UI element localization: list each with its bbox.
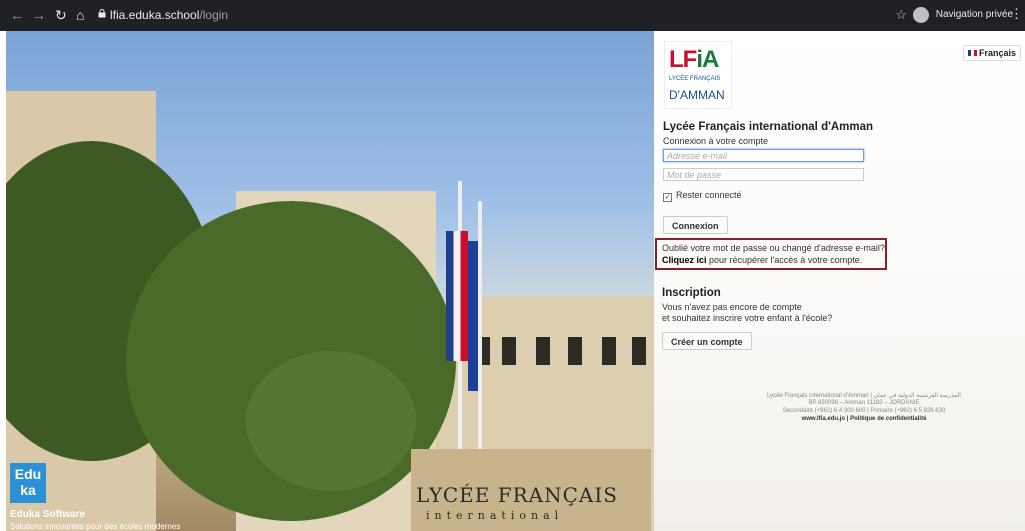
logo-subtext: LYCÉE FRANÇAIS xyxy=(669,76,721,82)
school-logo: LFiA LYCÉE FRANÇAIS D'AMMAN xyxy=(664,41,732,109)
logo-city: D'AMMAN xyxy=(669,88,725,102)
private-browsing-label: Navigation privée xyxy=(935,9,1013,20)
privacy-policy-link[interactable]: Politique de confidentialité xyxy=(850,416,926,422)
checkbox-checked-icon: ✓ xyxy=(663,193,672,202)
password-input[interactable] xyxy=(663,168,864,181)
eduka-brand-name: Eduka Software xyxy=(10,509,86,520)
building-window xyxy=(536,337,550,365)
home-icon[interactable]: ⌂ xyxy=(76,7,84,23)
reload-icon[interactable]: ↻ xyxy=(55,7,67,24)
building-window xyxy=(602,337,616,365)
lock-icon xyxy=(98,9,106,18)
login-subtitle: Connexion à votre compte xyxy=(663,136,769,146)
wall-sign-subtext: international xyxy=(426,509,564,522)
signup-heading: Inscription xyxy=(662,287,721,299)
browser-toolbar: ← → ↻ ⌂ lfia.eduka.school/login ☆ Naviga… xyxy=(0,0,1025,31)
bookmark-star-icon[interactable]: ☆ xyxy=(895,7,907,23)
logo-mark: LFiA xyxy=(669,46,719,73)
footer-links: www.lfia.edu.jo | Politique de confident… xyxy=(801,416,927,422)
url-host: lfia.eduka.school xyxy=(110,8,200,22)
website-link[interactable]: www.lfia.edu.jo xyxy=(802,416,845,422)
footer-school-name: Lycée Français international d'Amman | ا… xyxy=(767,393,961,399)
language-selector[interactable]: Français xyxy=(962,45,1021,61)
school-title: Lycée Français international d'Amman xyxy=(663,121,874,133)
back-arrow-icon[interactable]: ← xyxy=(10,7,24,23)
french-flag-icon xyxy=(967,50,977,56)
footer-phones: Secondaire (+962) 6 4 300 600 | Primaire… xyxy=(782,408,946,414)
footer-address: BP 830099 – Amman 11183 – JORDANIE xyxy=(808,400,920,406)
eu-flag xyxy=(468,241,478,391)
flag-pole xyxy=(478,201,482,491)
building-window xyxy=(502,337,516,365)
login-button[interactable]: Connexion xyxy=(663,216,728,234)
forward-arrow-icon[interactable]: → xyxy=(32,7,46,23)
login-panel: Français LFiA LYCÉE FRANÇAIS D'AMMAN Lyc… xyxy=(654,31,1025,531)
tree xyxy=(246,351,416,491)
signup-text-line2: et souhaitez inscrire votre enfant à l'é… xyxy=(662,313,833,323)
forgot-password-recovery: Cliquez ici pour récupérer l'accès à vot… xyxy=(662,255,863,265)
hero-photo: LYCÉE FRANÇAIS international Edu ka Eduk… xyxy=(6,31,654,531)
eduka-logo: Edu ka xyxy=(10,463,46,503)
browser-menu-icon[interactable]: ⋮ xyxy=(1010,6,1023,22)
eduka-tagline: Solutions innovantes pour des écoles mod… xyxy=(10,522,181,531)
address-bar[interactable]: lfia.eduka.school/login xyxy=(110,8,228,22)
create-account-button[interactable]: Créer un compte xyxy=(662,332,752,350)
french-flag xyxy=(446,231,468,361)
building-window xyxy=(568,337,582,365)
recovery-link[interactable]: Cliquez ici xyxy=(662,255,707,265)
signup-text-line1: Vous n'avez pas encore de compte xyxy=(662,302,802,312)
email-input[interactable] xyxy=(663,149,864,162)
url-path: /login xyxy=(199,8,229,22)
remember-me-checkbox[interactable]: ✓ Rester connecté xyxy=(663,190,742,202)
building-window xyxy=(632,337,646,365)
wall-sign-text: LYCÉE FRANÇAIS xyxy=(416,483,618,507)
forgot-password-text: Oublié votre mot de passe ou changé d'ad… xyxy=(662,243,885,253)
incognito-icon xyxy=(913,7,929,23)
